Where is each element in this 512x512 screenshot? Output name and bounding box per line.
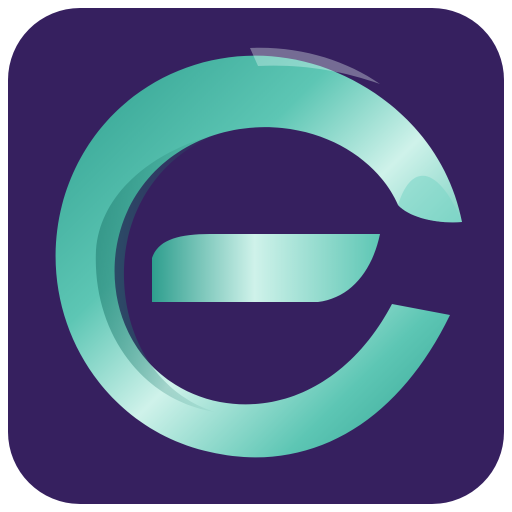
app-icon-stage xyxy=(0,0,512,512)
e-logo-app-icon[interactable] xyxy=(0,0,512,512)
